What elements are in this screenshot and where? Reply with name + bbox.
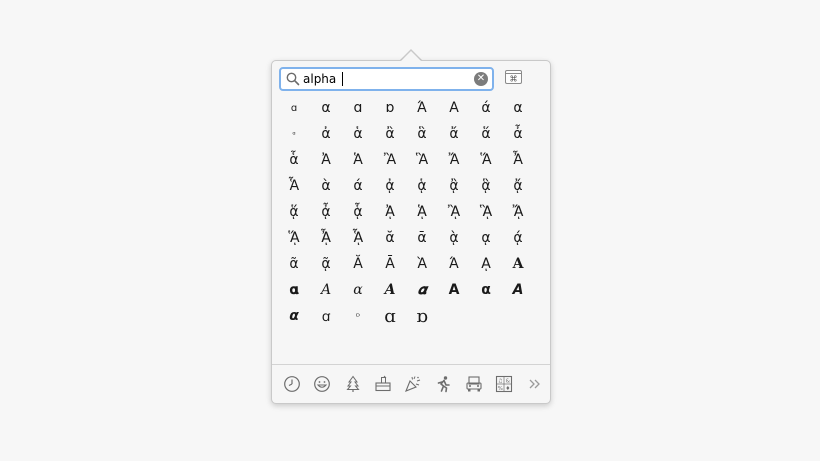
glyph-cell[interactable]: ᾋ	[470, 199, 502, 225]
glyph-cell[interactable]: ᾳ	[470, 225, 502, 251]
glyph-cell[interactable]: Ὰ	[406, 251, 438, 277]
glyph-cell[interactable]: ἁ	[342, 121, 374, 147]
glyph-cell[interactable]: Α	[438, 95, 470, 121]
glyph-cell[interactable]: ἄ	[438, 121, 470, 147]
search-field[interactable]: ✕	[279, 67, 494, 91]
glyph-cell[interactable]: Ἆ	[502, 147, 534, 173]
category-bar: ♫ &% ♦	[282, 374, 544, 394]
glyph-cell[interactable]: ά	[342, 173, 374, 199]
glyph-cell[interactable]: 𝛢	[310, 277, 342, 303]
glyph-cell[interactable]: ᾈ	[374, 199, 406, 225]
glyph-cell[interactable]: ᾍ	[278, 225, 310, 251]
svg-text:⌘: ⌘	[510, 75, 518, 84]
glyph-cell[interactable]: Ᾱ	[374, 251, 406, 277]
glyph-cell[interactable]: Ἁ	[342, 147, 374, 173]
glyph-cell[interactable]: Ἀ	[310, 147, 342, 173]
glyph-cell[interactable]: ᴰ	[342, 303, 374, 329]
svg-text:&: &	[505, 378, 510, 384]
glyph-cell[interactable]: ᾰ	[374, 225, 406, 251]
search-input[interactable]	[303, 71, 473, 87]
svg-text:♫: ♫	[497, 378, 502, 384]
glyph-cell[interactable]: ἂ	[374, 121, 406, 147]
glyph-cell[interactable]: ɑ	[374, 303, 406, 329]
glyph-cell[interactable]: Ά	[406, 95, 438, 121]
glyph-cell[interactable]: ᾼ	[470, 251, 502, 277]
glyph-cell[interactable]: α	[502, 95, 534, 121]
glyph-cell[interactable]: ᾇ	[342, 199, 374, 225]
food-cup-icon[interactable]	[373, 374, 393, 394]
glyph-cell[interactable]: ᾶ	[278, 251, 310, 277]
glyph-cell[interactable]: 𝛂	[278, 277, 310, 303]
glyph-cell[interactable]: 𝚨	[502, 251, 534, 277]
glyph-cell[interactable]: ὰ	[310, 173, 342, 199]
glyph-cell[interactable]: Ᾰ	[342, 251, 374, 277]
svg-text:%: %	[497, 386, 502, 392]
tree-icon[interactable]	[343, 374, 363, 394]
glyph-cell[interactable]: ᾀ	[374, 173, 406, 199]
clear-search-button[interactable]: ✕	[474, 72, 488, 86]
glyph-cell[interactable]: 𝛼	[342, 277, 374, 303]
glyph-cell[interactable]: ᾆ	[310, 199, 342, 225]
glyph-cell[interactable]: Ἇ	[278, 173, 310, 199]
glyph-cell[interactable]: α	[310, 95, 342, 121]
celebration-icon[interactable]	[403, 374, 423, 394]
glyph-cell[interactable]: ἃ	[406, 121, 438, 147]
glyph-cell[interactable]: ɒ	[406, 303, 438, 329]
smiley-icon[interactable]	[312, 374, 332, 394]
glyph-cell[interactable]: ᵅ	[278, 121, 310, 147]
glyph-cell[interactable]: ᾁ	[406, 173, 438, 199]
running-person-icon[interactable]	[433, 374, 453, 394]
svg-text:♦: ♦	[505, 386, 510, 392]
glyph-cell[interactable]: ᾉ	[406, 199, 438, 225]
glyph-cell[interactable]: ᾲ	[438, 225, 470, 251]
character-viewer-popover: ✕ ⌘ ɑαɑɒΆΑάαᵅἀἁἂἃἄἅἆἇἈἉἊἋἌἍἎἏὰάᾀᾁᾂᾃᾄᾅᾆᾇᾈ…	[271, 60, 551, 404]
glyph-cell[interactable]: ᾌ	[502, 199, 534, 225]
glyph-cell[interactable]: ɑ	[342, 95, 374, 121]
glyph-cell[interactable]: ᾷ	[310, 251, 342, 277]
car-icon[interactable]	[464, 374, 484, 394]
glyph-cell[interactable]: 𝝖	[438, 277, 470, 303]
text-caret	[342, 72, 343, 86]
glyph-cell[interactable]: ɑ	[278, 95, 310, 121]
glyph-cell[interactable]: ᾃ	[470, 173, 502, 199]
glyph-cell[interactable]: ἆ	[502, 121, 534, 147]
glyph-cell[interactable]: ꭤ	[310, 303, 342, 329]
glyph-cell[interactable]: 𝜜	[374, 277, 406, 303]
category-divider	[272, 364, 550, 365]
glyph-cell[interactable]: ά	[470, 95, 502, 121]
glyph-cell[interactable]: ἇ	[278, 147, 310, 173]
glyph-grid: ɑαɑɒΆΑάαᵅἀἁἂἃἄἅἆἇἈἉἊἋἌἍἎἏὰάᾀᾁᾂᾃᾄᾅᾆᾇᾈᾉᾊᾋᾌ…	[278, 95, 542, 329]
glyph-cell[interactable]: Ἄ	[438, 147, 470, 173]
glyph-cell[interactable]: 𝞪	[278, 303, 310, 329]
glyph-cell[interactable]: ɒ	[374, 95, 406, 121]
glyph-cell[interactable]: ἅ	[470, 121, 502, 147]
glyph-cell[interactable]: ᾎ	[310, 225, 342, 251]
glyph-cell[interactable]: ᾱ	[406, 225, 438, 251]
glyph-cell[interactable]: ᾴ	[502, 225, 534, 251]
glyph-cell[interactable]: Ἅ	[470, 147, 502, 173]
glyph-cell[interactable]: Ἂ	[374, 147, 406, 173]
glyph-cell[interactable]: ᾊ	[438, 199, 470, 225]
glyph-cell[interactable]: Ά	[438, 251, 470, 277]
glyph-cell[interactable]: ᾅ	[278, 199, 310, 225]
glyph-cell[interactable]: ᾏ	[342, 225, 374, 251]
glyph-cell[interactable]: 𝞐	[502, 277, 534, 303]
glyph-cell[interactable]: Ἃ	[406, 147, 438, 173]
popover-arrow	[401, 51, 421, 61]
glyph-cell[interactable]: ᾄ	[502, 173, 534, 199]
recent-clock-icon[interactable]	[282, 374, 302, 394]
glyph-cell[interactable]: 𝜶	[406, 277, 438, 303]
glyph-cell[interactable]: 𝝰	[470, 277, 502, 303]
glyph-cell[interactable]: ᾂ	[438, 173, 470, 199]
more-chevron-icon[interactable]	[524, 374, 544, 394]
character-viewer-icon[interactable]: ⌘	[505, 70, 522, 84]
glyph-cell[interactable]: ἀ	[310, 121, 342, 147]
search-icon	[286, 72, 300, 86]
symbols-icon[interactable]: ♫ &% ♦	[494, 374, 514, 394]
